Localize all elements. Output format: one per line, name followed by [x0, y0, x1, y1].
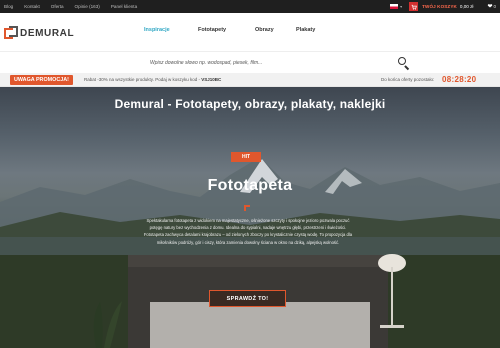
top-link-panel-klienta[interactable]: Panel klienta: [111, 4, 137, 9]
promo-badge: UWAGA PROMOCJA!: [10, 75, 73, 85]
logo[interactable]: DEMURAL: [4, 26, 74, 40]
hero-title: Demural - Fototapety, obrazy, plakaty, n…: [114, 97, 386, 111]
cart-label[interactable]: TWÓJ KOSZYK: [422, 4, 457, 9]
search-icon[interactable]: [397, 56, 411, 71]
cart-value: 0,00 zł: [459, 4, 474, 9]
chevron-down-icon: ▾: [400, 4, 403, 9]
promo-text: Rabat -30% na wszystkie produkty. Podaj …: [84, 77, 221, 82]
top-link-kontakt[interactable]: Kontakt: [24, 4, 40, 9]
search-input[interactable]: [145, 55, 345, 71]
check-it-button[interactable]: SPRAWDŹ TO!: [209, 290, 286, 307]
search-bar: [0, 51, 500, 73]
wishlist-count: 0: [493, 4, 496, 9]
promo-code: VSJ10BC: [201, 77, 222, 82]
product-title: Fototapeta: [207, 177, 293, 194]
nav-item-inspiracje[interactable]: Inspiracje: [144, 27, 184, 33]
top-bar: Blog Kontakt Oferta Opinie (163) Panel k…: [0, 0, 500, 13]
top-link-oferta[interactable]: Oferta: [51, 4, 64, 9]
countdown-timer: 08:28:20: [442, 75, 477, 84]
top-links: Blog Kontakt Oferta Opinie (163) Panel k…: [4, 0, 137, 13]
promo-bar: UWAGA PROMOCJA! Rabat -30% na wszystkie …: [0, 73, 500, 87]
countdown-label: Do końca oferty pozostało:: [381, 77, 435, 82]
flag-pl-icon: [390, 4, 399, 9]
logo-mark-icon: [4, 26, 18, 40]
hero-banner: Demural - Fototapety, obrazy, plakaty, n…: [0, 87, 500, 348]
top-link-blog[interactable]: Blog: [4, 4, 13, 9]
hit-badge: HIT: [231, 152, 261, 162]
product-description: Spektakularna fototapeta z widokiem na m…: [143, 218, 353, 245]
header: DEMURAL Inspiracje Fototapety Obrazy Pla…: [0, 13, 500, 51]
language-selector[interactable]: ▾: [387, 2, 405, 11]
nav-item-obrazy[interactable]: Obrazy: [255, 27, 295, 33]
logo-text: DEMURAL: [20, 27, 75, 39]
heart-icon: ❤: [487, 4, 493, 10]
top-link-opinie[interactable]: Opinie (163): [75, 4, 100, 9]
promo-text-body: Rabat -30% na wszystkie produkty. Podaj …: [84, 77, 202, 82]
cart-icon[interactable]: [409, 2, 419, 11]
nav-item-plakaty[interactable]: Plakaty: [296, 27, 336, 33]
wishlist-button[interactable]: ❤ 0: [487, 3, 496, 10]
accent-corner-icon: [244, 205, 250, 211]
top-right: ▾ TWÓJ KOSZYK 0,00 zł ❤ 0: [387, 0, 500, 13]
nav-item-fototapety[interactable]: Fototapety: [198, 27, 238, 33]
